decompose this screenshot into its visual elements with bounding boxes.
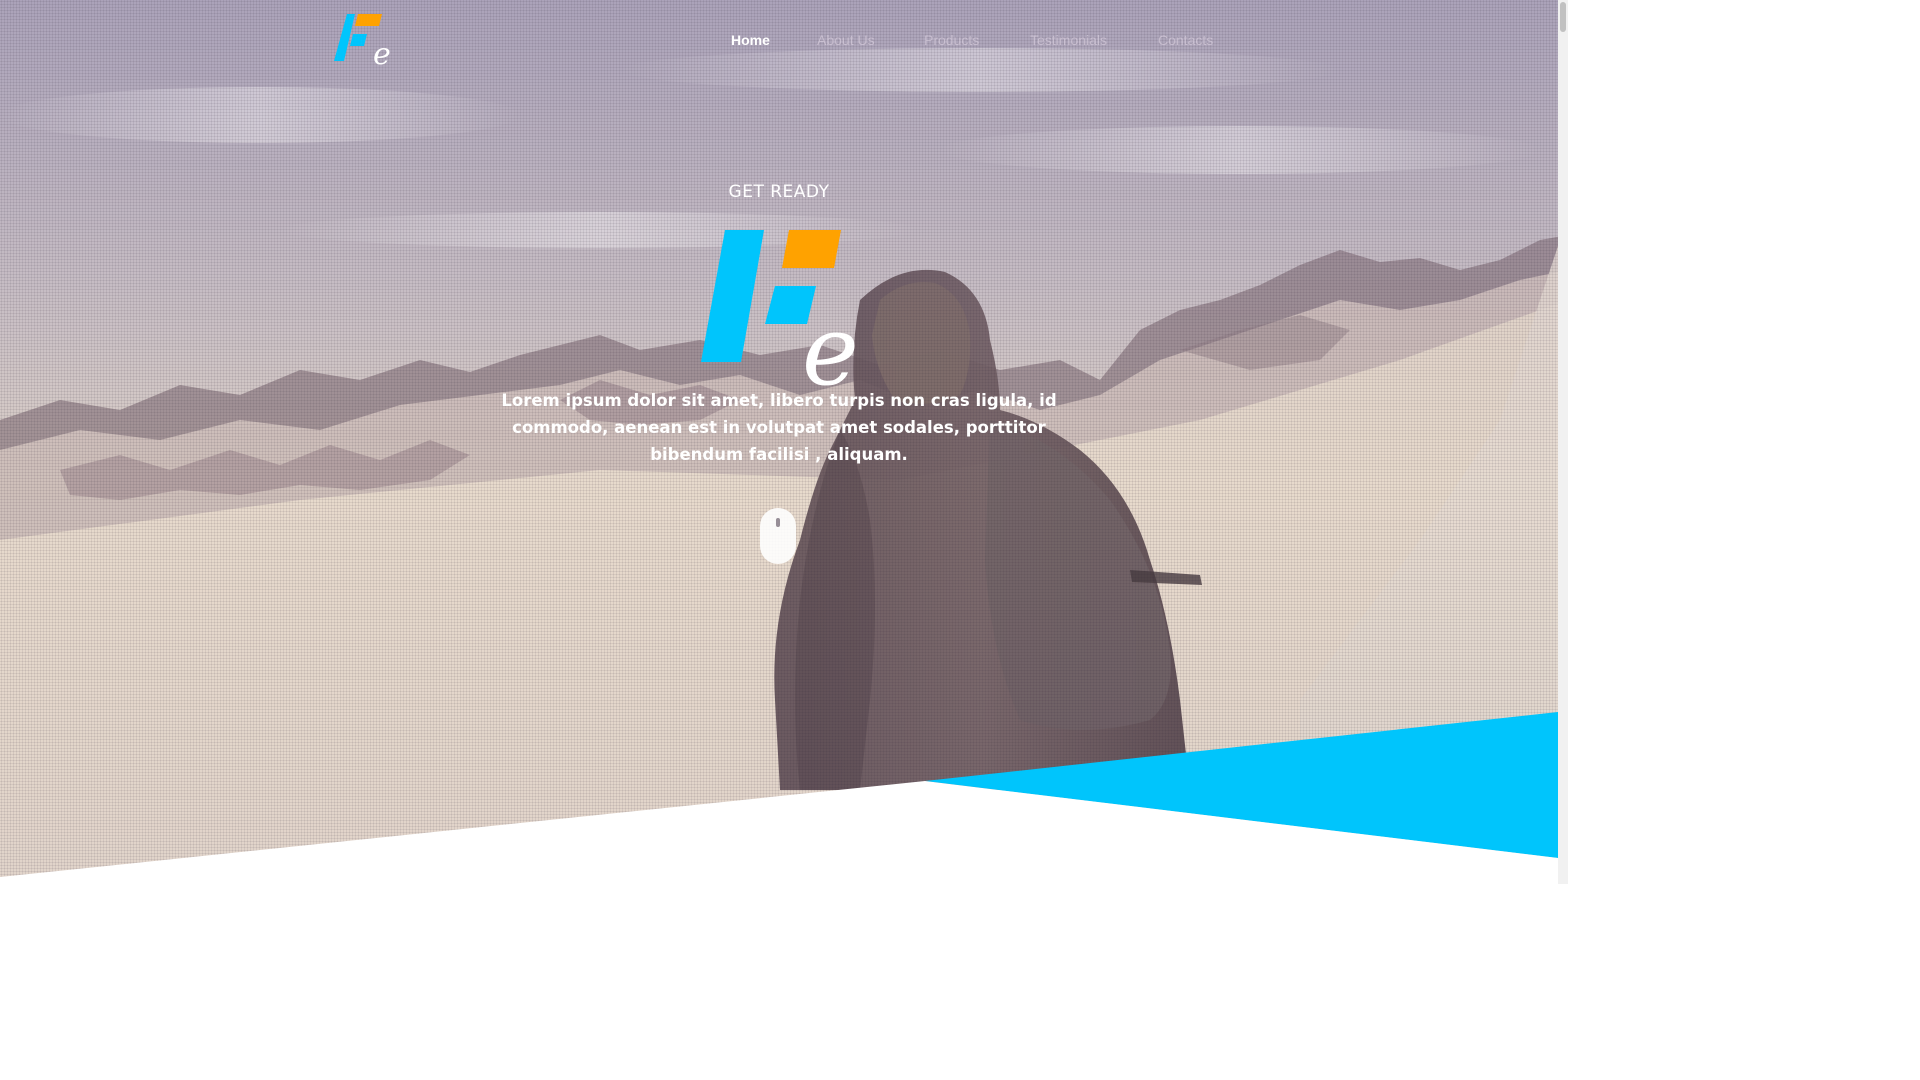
hero-logo: e <box>701 230 859 388</box>
svg-text:e: e <box>802 295 859 388</box>
mouse-scroll-icon[interactable] <box>760 508 796 564</box>
main-navigation: Home About Us Products Testimonials Cont… <box>0 30 1568 50</box>
nav-item-products[interactable]: Products <box>924 30 979 50</box>
hero-lead-text: Lorem ipsum dolor sit amet, libero turpi… <box>501 391 1057 464</box>
mouse-wheel-indicator <box>776 518 780 527</box>
nav-item-about-us[interactable]: About Us <box>817 30 875 50</box>
nav-item-testimonials[interactable]: Testimonials <box>1030 30 1107 50</box>
hero-eyebrow: GET READY <box>728 182 830 202</box>
scrollbar-thumb[interactable] <box>1560 2 1566 32</box>
nav-item-contacts[interactable]: Contacts <box>1158 30 1213 50</box>
nav-item-home[interactable]: Home <box>731 30 770 50</box>
hero-section: e Home About Us Products Testimonials Co… <box>0 0 1568 884</box>
page-scrollbar[interactable] <box>1558 0 1568 884</box>
